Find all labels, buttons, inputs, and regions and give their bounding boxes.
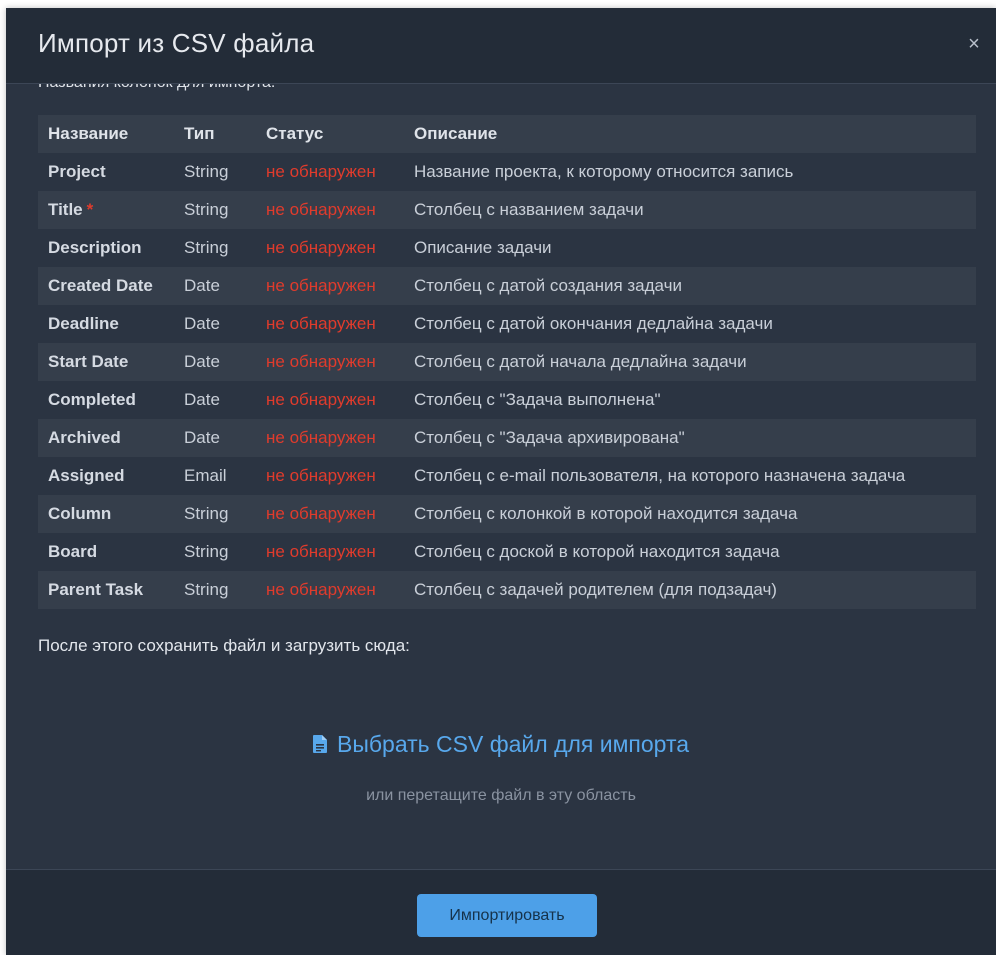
column-description: Описание задачи: [404, 229, 976, 267]
column-description: Столбец с задачей родителем (для подзада…: [404, 571, 976, 609]
column-type: String: [174, 533, 256, 571]
column-name-cell: Board: [38, 533, 174, 571]
column-name: Description: [48, 238, 142, 257]
header-name: Название: [38, 115, 174, 153]
column-type: String: [174, 571, 256, 609]
column-name-cell: Assigned: [38, 457, 174, 495]
table-row: Description String не обнаружен Описание за…: [38, 229, 976, 267]
close-button[interactable]: ×: [962, 32, 986, 56]
column-name: Title: [48, 200, 83, 219]
header-type: Тип: [174, 115, 256, 153]
column-status: не обнаружен: [256, 419, 404, 457]
table-row: Project String не обнаружен Название проект…: [38, 153, 976, 191]
dialog-header: Импорт из CSV файла ×: [6, 8, 996, 84]
import-csv-dialog: Импорт из CSV файла × Названия колонок д…: [6, 8, 996, 955]
column-name: Archived: [48, 428, 121, 447]
column-description: Столбец с доской в которой находится зад…: [404, 533, 976, 571]
column-name: Deadline: [48, 314, 119, 333]
column-status: не обнаружен: [256, 457, 404, 495]
column-name-cell: Deadline: [38, 305, 174, 343]
column-name: Completed: [48, 390, 136, 409]
column-type: Email: [174, 457, 256, 495]
header-description: Описание: [404, 115, 976, 153]
import-button[interactable]: Импортировать: [417, 894, 597, 937]
column-status: не обнаружен: [256, 533, 404, 571]
column-type: Date: [174, 419, 256, 457]
column-description: Столбец с названием задачи: [404, 191, 976, 229]
column-description: Столбец с "Задача выполнена": [404, 381, 976, 419]
column-description: Название проекта, к которому относится з…: [404, 153, 976, 191]
column-type: String: [174, 153, 256, 191]
column-status: не обнаружен: [256, 153, 404, 191]
column-name: Start Date: [48, 352, 129, 371]
column-description: Столбец с колонкой в которой находится з…: [404, 495, 976, 533]
columns-table: Название Тип Статус Описание Project Stri…: [38, 115, 976, 609]
table-row: Archived Date не обнаружен Столбец с "Задач…: [38, 419, 976, 457]
column-status: не обнаружен: [256, 571, 404, 609]
table-row: Completed Date не обнаружен Столбец с "Зада…: [38, 381, 976, 419]
column-status: не обнаружен: [256, 305, 404, 343]
table-header-row: Название Тип Статус Описание: [38, 115, 976, 153]
column-status: не обнаружен: [256, 229, 404, 267]
column-name: Parent Task: [48, 580, 144, 599]
choose-csv-file-link[interactable]: Выбрать CSV файл для импорта: [6, 731, 996, 758]
table-row: Board String не обнаружен Столбец с доской …: [38, 533, 976, 571]
column-name: Created Date: [48, 276, 153, 295]
columns-heading: Названия колонок для импорта:: [38, 84, 275, 92]
table-row: Deadline Date не обнаружен Столбец с датой …: [38, 305, 976, 343]
column-status: не обнаружен: [256, 495, 404, 533]
dialog-footer: Импортировать: [6, 869, 996, 955]
column-name: Board: [48, 542, 98, 561]
column-name-cell: Project: [38, 153, 174, 191]
column-name: Assigned: [48, 466, 125, 485]
header-status: Статус: [256, 115, 404, 153]
table-row: Title * String не обнаружен Столбец с назван…: [38, 191, 976, 229]
table-row: Start Date Date не обнаружен Столбец с дато…: [38, 343, 976, 381]
column-type: Date: [174, 343, 256, 381]
column-description: Столбец с "Задача архивирована": [404, 419, 976, 457]
upload-instruction: После этого сохранить файл и загрузить с…: [38, 636, 410, 655]
column-description: Столбец с датой начала дедлайна задачи: [404, 343, 976, 381]
column-name-cell: Completed: [38, 381, 174, 419]
column-status: не обнаружен: [256, 267, 404, 305]
column-name: Column: [48, 504, 112, 523]
column-status: не обнаружен: [256, 343, 404, 381]
column-name: Project: [48, 162, 106, 181]
table-row: Column String не обнаружен Столбец с колонк…: [38, 495, 976, 533]
column-name-cell: Column: [38, 495, 174, 533]
table-row: Created Date Date не обнаружен Столбец с да…: [38, 267, 976, 305]
column-type: String: [174, 495, 256, 533]
column-type: String: [174, 191, 256, 229]
dialog-title: Импорт из CSV файла: [38, 28, 315, 58]
choose-csv-file-label: Выбрать CSV файл для импорта: [336, 731, 690, 757]
required-asterisk: *: [86, 200, 94, 219]
table-body: Project String не обнаружен Название проект…: [38, 153, 976, 609]
column-name-cell: Title *: [38, 191, 174, 229]
column-name-cell: Archived: [38, 419, 174, 457]
column-type: Date: [174, 381, 256, 419]
column-status: не обнаружен: [256, 191, 404, 229]
column-type: String: [174, 229, 256, 267]
column-status: не обнаружен: [256, 381, 404, 419]
table-row: Assigned Email не обнаружен Столбец с e-mai…: [38, 457, 976, 495]
column-type: Date: [174, 267, 256, 305]
column-type: Date: [174, 305, 256, 343]
column-description: Столбец с e-mail пользователя, на которо…: [404, 457, 976, 495]
dialog-body: Названия колонок для импорта: Название Т…: [6, 84, 996, 869]
drop-zone-hint: или перетащите файл в эту область: [366, 787, 636, 804]
column-name-cell: Description: [38, 229, 174, 267]
column-description: Столбец с датой окончания дедлайна задач…: [404, 305, 976, 343]
column-name-cell: Start Date: [38, 343, 174, 381]
column-description: Столбец с датой создания задачи: [404, 267, 976, 305]
column-name-cell: Created Date: [38, 267, 174, 305]
file-text-icon: [312, 735, 327, 753]
close-icon: ×: [968, 33, 980, 55]
table-row: Parent Task String не обнаружен Столбец с з…: [38, 571, 976, 609]
column-name-cell: Parent Task: [38, 571, 174, 609]
